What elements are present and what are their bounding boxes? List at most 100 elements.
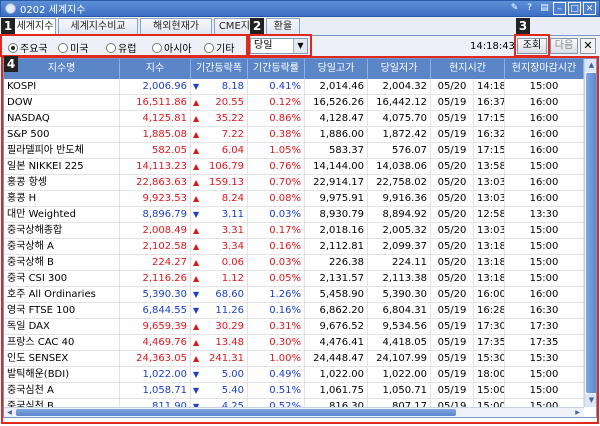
cell-local-date: 05/20 <box>431 79 474 95</box>
cell-name: S&P 500 <box>4 127 120 143</box>
down-arrow-icon: ▼ <box>193 306 200 315</box>
radio-major[interactable]: 주요국 <box>8 40 48 55</box>
table-row[interactable]: 인도 SENSEX 24,363.05 ▲ 241.31 1.00% 24,448.47 2… <box>4 351 584 367</box>
scroll-left-icon[interactable]: ◀ <box>4 408 15 417</box>
pin-icon[interactable]: ✎ <box>508 2 521 15</box>
table-row[interactable]: 독일 DAX 9,659.39 ▲ 30.29 0.31% 9,676.52 9,534.5… <box>4 319 584 335</box>
radio-europe[interactable]: 유럽 <box>106 40 136 55</box>
close-icon[interactable]: ✕ <box>583 2 596 15</box>
table-row[interactable]: 영국 FTSE 100 6,844.55 ▼ 11.26 0.16% 6,862.20 6,… <box>4 303 584 319</box>
radio-dot <box>58 42 68 53</box>
vertical-scrollbar[interactable]: ▲ ▼ <box>584 59 596 407</box>
cell-high: 1,886.00 <box>305 127 368 143</box>
tab-overseas-price[interactable]: 해외현재가 <box>140 18 212 36</box>
table-row[interactable]: 중국 CSI 300 2,116.26 ▲ 1.12 0.05% 2,131.57 2,11… <box>4 271 584 287</box>
table-row[interactable]: 중국심천 A 1,058.71 ▼ 5.40 0.51% 1,061.75 1,050.71… <box>4 383 584 399</box>
scroll-thumb[interactable] <box>586 73 596 393</box>
radio-other[interactable]: 기타 <box>204 40 234 55</box>
header-low[interactable]: 당일저가 <box>368 59 431 79</box>
down-arrow-icon: ▼ <box>193 290 200 299</box>
cell-local-time: 17:15 <box>474 143 505 159</box>
tab-exchange-rate[interactable]: 환율 <box>266 18 300 36</box>
menu-icon[interactable]: ▤ <box>538 2 551 15</box>
scroll-down-icon[interactable]: ▼ <box>585 394 596 407</box>
table-row[interactable]: 호주 All Ordinaries 5,390.30 ▼ 68.60 1.26% 5,45… <box>4 287 584 303</box>
hscroll-thumb[interactable] <box>16 409 456 416</box>
table-row[interactable]: 중국상해 A 2,102.58 ▲ 3.34 0.16% 2,112.81 2,099.37… <box>4 239 584 255</box>
cell-name: 일본 NIKKEI 225 <box>4 159 120 175</box>
table-row[interactable]: 홍콩 항셍 22,863.63 ▲ 159.13 0.70% 22,914.17 22,75… <box>4 175 584 191</box>
table-row[interactable]: KOSPI 2,006.96 ▼ 8.18 0.41% 2,014.46 2,004.32 0… <box>4 79 584 95</box>
table-row[interactable]: DOW 16,511.86 ▲ 20.55 0.12% 16,526.26 16,442.1… <box>4 95 584 111</box>
tab-world-index-compare[interactable]: 세계지수비교 <box>58 18 138 36</box>
cell-low: 2,099.37 <box>368 239 431 255</box>
cell-change-rate: 0.51% <box>248 383 305 399</box>
cell-close-time: 16:00 <box>505 111 584 127</box>
cell-close-time: 16:00 <box>505 143 584 159</box>
table-row[interactable]: 일본 NIKKEI 225 14,113.23 ▲ 106.79 0.76% 14,144… <box>4 159 584 175</box>
cell-low: 1,022.00 <box>368 367 431 383</box>
header-close-time[interactable]: 현지장마감시간 <box>505 59 584 79</box>
next-button[interactable]: 다음 <box>550 38 578 54</box>
cell-change: ▲ 1.12 <box>191 271 248 287</box>
cell-name: 대만 Weighted <box>4 207 120 223</box>
tab-bar: 세계지수 세계지수비교 해외현재가 CME지수 환율 <box>0 17 600 37</box>
close-panel-icon[interactable]: ✕ <box>580 38 596 54</box>
cell-name: 영국 FTSE 100 <box>4 303 120 319</box>
table-row[interactable]: 홍콩 H 9,923.53 ▲ 8.24 0.08% 9,975.91 9,916.36 05… <box>4 191 584 207</box>
cell-high: 8,930.79 <box>305 207 368 223</box>
header-name[interactable]: 지수명 <box>4 59 120 79</box>
radio-usa[interactable]: 미국 <box>58 40 88 55</box>
chevron-down-icon[interactable]: ▼ <box>293 39 307 53</box>
table-row[interactable]: NASDAQ 4,125.81 ▲ 35.22 0.86% 4,128.47 4,075.7… <box>4 111 584 127</box>
cell-local-date: 05/20 <box>431 287 474 303</box>
cell-change-rate: 0.31% <box>248 319 305 335</box>
cell-close-time: 15:00 <box>505 367 584 383</box>
cell-name: 프랑스 CAC 40 <box>4 335 120 351</box>
cell-local-date: 05/19 <box>431 111 474 127</box>
cell-high: 2,112.81 <box>305 239 368 255</box>
cell-low: 9,916.36 <box>368 191 431 207</box>
cell-index: 14,113.23 <box>120 159 191 175</box>
query-button[interactable]: 조회 <box>517 38 547 54</box>
cell-change-rate: 0.03% <box>248 207 305 223</box>
down-arrow-icon: ▼ <box>193 82 200 91</box>
cell-index: 2,116.26 <box>120 271 191 287</box>
cell-local-time: 12:58 <box>474 207 505 223</box>
header-index[interactable]: 지수 <box>120 59 191 79</box>
cell-index: 5,390.30 <box>120 287 191 303</box>
cell-close-time: 15:00 <box>505 159 584 175</box>
table-row[interactable]: 대만 Weighted 8,896.79 ▼ 3.11 0.03% 8,930.79 8,8… <box>4 207 584 223</box>
clock-readout: 14:18:43 <box>470 41 515 52</box>
cell-low: 2,005.32 <box>368 223 431 239</box>
maximize-icon[interactable]: □ <box>568 2 581 15</box>
table-row[interactable]: S&P 500 1,885.08 ▲ 7.22 0.38% 1,886.00 1,872.4… <box>4 127 584 143</box>
radio-asia[interactable]: 아시아 <box>152 40 192 55</box>
table-row[interactable]: 프랑스 CAC 40 4,469.76 ▲ 13.48 0.30% 4,476.41 4,4… <box>4 335 584 351</box>
cell-local-time: 17:35 <box>474 335 505 351</box>
header-high[interactable]: 당일고가 <box>305 59 368 79</box>
table-row[interactable]: 중국상해종합 2,008.49 ▲ 3.31 0.17% 2,018.16 2,005.32… <box>4 223 584 239</box>
cell-close-time: 15:00 <box>505 271 584 287</box>
table-row[interactable]: 발틱해운(BDI) 1,022.00 ▼ 5.00 0.49% 1,022.00 1,022… <box>4 367 584 383</box>
horizontal-scrollbar[interactable]: ◀ ▶ <box>4 407 584 417</box>
header-change[interactable]: 기간등락폭 <box>191 59 248 79</box>
help-icon[interactable]: ? <box>523 2 536 15</box>
scroll-up-icon[interactable]: ▲ <box>585 59 596 72</box>
header-local-time[interactable]: 현지시간 <box>431 59 505 79</box>
tab-world-index[interactable]: 세계지수 <box>14 18 56 37</box>
scroll-right-icon[interactable]: ▶ <box>572 408 583 417</box>
table-row[interactable]: 중국상해 B 224.27 ▲ 0.06 0.03% 226.38 224.11 05/20 1… <box>4 255 584 271</box>
cell-high: 2,131.57 <box>305 271 368 287</box>
cell-change: ▼ 5.00 <box>191 367 248 383</box>
radio-dot-selected <box>8 42 18 53</box>
minimize-icon[interactable]: – <box>553 2 566 15</box>
annotation-badge-3: 3 <box>516 18 530 34</box>
cell-close-time: 16:00 <box>505 175 584 191</box>
table-row[interactable]: 필라델피아 반도체 582.05 ▲ 6.04 1.05% 583.37 576.07 05/… <box>4 143 584 159</box>
cell-local-date: 05/19 <box>431 303 474 319</box>
header-change-rate[interactable]: 기간등락률 <box>248 59 305 79</box>
period-select[interactable]: 당일 ▼ <box>250 38 308 54</box>
cell-low: 9,534.56 <box>368 319 431 335</box>
cell-index: 8,896.79 <box>120 207 191 223</box>
